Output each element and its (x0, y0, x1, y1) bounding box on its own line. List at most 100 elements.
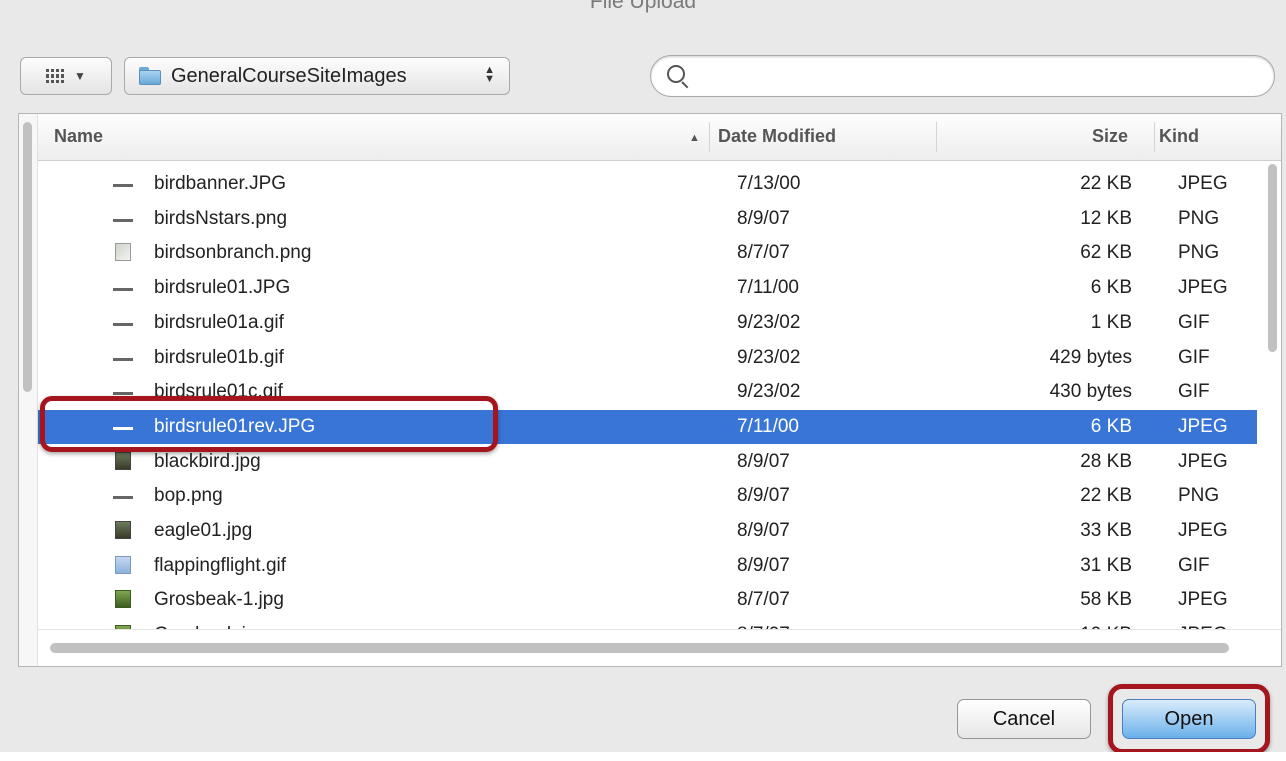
file-name: eagle01.jpg (154, 520, 253, 541)
image-thumbnail-icon (115, 555, 131, 574)
document-icon (113, 175, 133, 195)
document-icon (113, 279, 133, 299)
file-date: 8/9/07 (737, 450, 790, 472)
file-date: 9/23/02 (737, 381, 801, 403)
column-header-name[interactable]: Name (54, 126, 103, 147)
file-list[interactable]: Name ▲ Date Modified Size Kind birdbanne… (18, 113, 1282, 667)
document-icon (113, 210, 133, 230)
file-size: 62 KB (1080, 242, 1132, 264)
file-date: 7/11/00 (737, 277, 799, 299)
document-icon (113, 349, 133, 369)
file-size: 429 bytes (1049, 346, 1132, 368)
list-header: Name ▲ Date Modified Size Kind (38, 114, 1281, 161)
file-row[interactable]: flappingflight.gif 8/9/07 31 KB GIF (38, 549, 1257, 583)
file-date: 8/9/07 (737, 207, 790, 229)
column-header-size[interactable]: Size (1092, 126, 1128, 147)
column-divider (936, 122, 937, 152)
file-row[interactable]: birdsrule01.JPG 7/11/00 6 KB JPEG (38, 271, 1257, 305)
file-kind: GIF (1178, 381, 1210, 403)
column-header-date[interactable]: Date Modified (718, 126, 836, 147)
horizontal-scrollbar[interactable] (38, 629, 1281, 666)
file-size: 58 KB (1080, 589, 1132, 611)
highlight-annotation-selected-file (40, 396, 498, 452)
file-kind: PNG (1178, 207, 1220, 229)
image-thumbnail-icon (115, 521, 131, 539)
file-date: 8/7/07 (737, 242, 790, 264)
file-kind: GIF (1178, 554, 1210, 576)
file-row[interactable]: birdsonbranch.png 8/7/07 62 KB PNG (38, 236, 1257, 270)
file-date: 7/13/00 (737, 173, 801, 194)
file-size: 22 KB (1080, 485, 1132, 507)
column-divider (1154, 122, 1155, 152)
view-mode-button[interactable]: ▼ (20, 57, 112, 95)
file-size: 6 KB (1090, 277, 1132, 299)
file-row[interactable]: birdsNstars.png 8/9/07 12 KB PNG (38, 202, 1257, 236)
file-kind: GIF (1178, 346, 1210, 368)
image-thumbnail-icon (115, 451, 131, 470)
highlight-annotation-open-button (1108, 684, 1270, 752)
folder-icon (139, 67, 161, 85)
folder-name: GeneralCourseSiteImages (171, 64, 407, 87)
file-kind: GIF (1178, 311, 1210, 333)
file-name: birdsrule01a.gif (154, 311, 284, 333)
file-kind: JPEG (1178, 415, 1228, 437)
file-kind: JPEG (1178, 520, 1228, 541)
file-kind: JPEG (1178, 450, 1228, 472)
document-icon (113, 487, 133, 507)
horizontal-scroll-thumb[interactable] (50, 643, 1229, 653)
file-row[interactable]: birdsrule01b.gif 9/23/02 429 bytes GIF (38, 341, 1257, 375)
file-kind: PNG (1178, 485, 1220, 507)
file-size: 33 KB (1080, 520, 1132, 541)
file-kind: JPEG (1178, 173, 1228, 194)
file-row[interactable]: eagle01.jpg 8/9/07 33 KB JPEG (38, 514, 1257, 548)
file-size: 1 KB (1090, 311, 1132, 333)
sort-ascending-icon: ▲ (689, 132, 700, 144)
file-name: bop.png (154, 485, 223, 507)
search-input[interactable] (650, 55, 1275, 97)
file-size: 6 KB (1090, 415, 1132, 437)
cancel-button[interactable]: Cancel (957, 699, 1091, 739)
file-name: birdbanner.JPG (154, 173, 287, 194)
file-name: birdsrule01b.gif (154, 346, 284, 368)
grid-view-icon (46, 69, 65, 83)
document-icon (113, 314, 133, 334)
sidebar-scrollbar[interactable] (19, 114, 38, 666)
up-down-arrows-icon: ▲ ▼ (484, 64, 495, 85)
file-date: 8/9/07 (737, 485, 790, 507)
file-kind: JPEG (1178, 277, 1228, 299)
file-upload-dialog: File Upload ▼ GeneralCourseSiteImages ▲ ▼… (0, 0, 1286, 752)
file-name: birdsNstars.png (154, 207, 288, 229)
search-icon (667, 65, 685, 83)
file-kind: JPEG (1178, 589, 1228, 611)
file-name: blackbird.jpg (154, 450, 261, 472)
file-date: 9/23/02 (737, 311, 801, 333)
image-thumbnail-icon (115, 243, 131, 262)
file-row[interactable]: bop.png 8/9/07 22 KB PNG (38, 479, 1257, 513)
file-date: 7/11/00 (737, 415, 799, 437)
file-size: 31 KB (1080, 554, 1132, 576)
file-date: 8/9/07 (737, 554, 790, 576)
file-date: 8/9/07 (737, 520, 790, 541)
sidebar-scroll-thumb[interactable] (23, 122, 32, 392)
image-thumbnail-icon (115, 590, 131, 609)
chevron-down-icon: ▼ (74, 69, 86, 83)
file-name: Grosbeak-1.jpg (154, 589, 284, 611)
file-name: birdsonbranch.png (154, 242, 312, 264)
folder-location-select[interactable]: GeneralCourseSiteImages ▲ ▼ (124, 57, 510, 95)
file-kind: PNG (1178, 242, 1220, 264)
file-size: 22 KB (1080, 173, 1132, 194)
file-row[interactable]: birdsrule01a.gif 9/23/02 1 KB GIF (38, 306, 1257, 340)
column-divider (709, 122, 710, 152)
file-date: 9/23/02 (737, 346, 801, 368)
file-name: birdsrule01.JPG (154, 277, 291, 299)
list-scroll-thumb[interactable] (1268, 164, 1277, 352)
file-size: 28 KB (1080, 450, 1132, 472)
column-header-kind[interactable]: Kind (1159, 126, 1199, 147)
file-size: 430 bytes (1049, 381, 1132, 403)
file-size: 12 KB (1080, 207, 1132, 229)
file-row[interactable]: birdbanner.JPG 7/13/00 22 KB JPEG (38, 167, 1257, 201)
file-name: flappingflight.gif (154, 554, 287, 576)
list-scrollbar[interactable] (1261, 164, 1281, 614)
file-date: 8/7/07 (737, 589, 790, 611)
file-row[interactable]: Grosbeak-1.jpg 8/7/07 58 KB JPEG (38, 583, 1257, 617)
